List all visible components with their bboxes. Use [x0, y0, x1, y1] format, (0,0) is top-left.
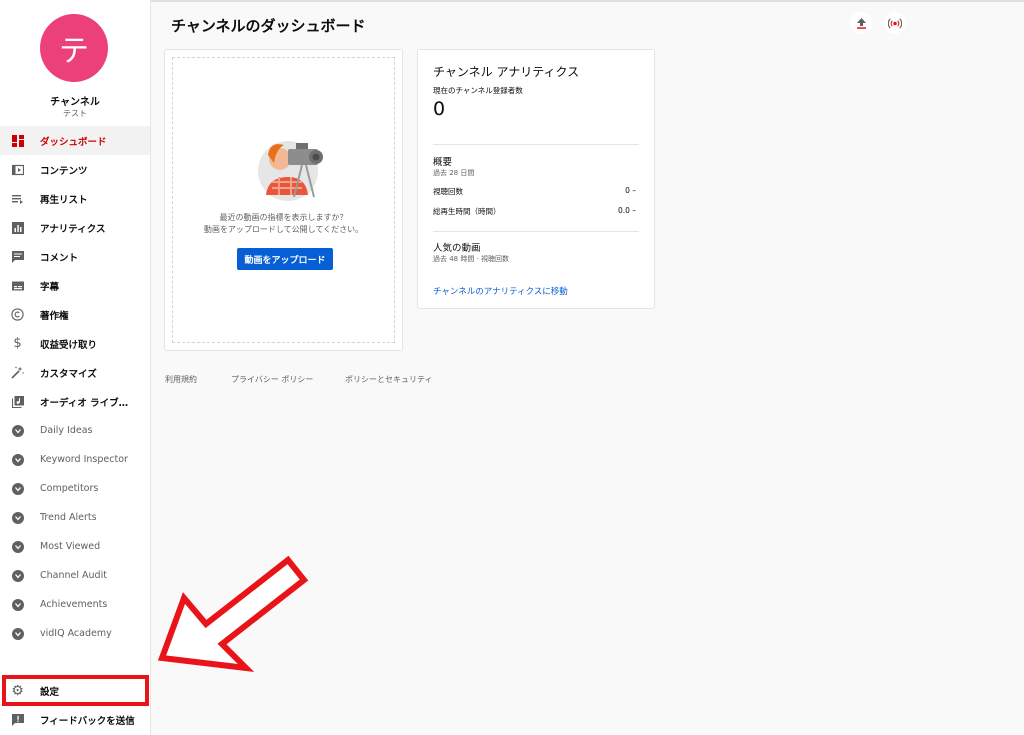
vidiq-icon [11, 424, 24, 437]
magic-wand-icon [11, 366, 24, 379]
sidebar-item-label: 著作権 [40, 310, 69, 322]
sidebar-item-label: Competitors [40, 483, 99, 494]
annotation-arrow [157, 555, 309, 673]
go-live-button[interactable] [884, 12, 906, 34]
sidebar-item-achievements[interactable]: Achievements [0, 590, 150, 619]
vidiq-icon [11, 627, 24, 640]
sidebar-item-copyright[interactable]: 著作権 [0, 300, 150, 329]
live-broadcast-icon [887, 14, 903, 33]
content-icon [11, 163, 24, 176]
sidebar-item-dashboard[interactable]: ダッシュボード [0, 126, 150, 155]
sidebar-item-label: Keyword Inspector [40, 454, 128, 465]
sidebar-item-daily-ideas[interactable]: Daily Ideas [0, 416, 150, 445]
sidebar-item-label: カスタマイズ [40, 368, 97, 380]
sidebar-item-monetization[interactable]: $ 収益受け取り [0, 329, 150, 358]
sidebar-item-feedback[interactable]: フィードバックを送信 [0, 705, 150, 734]
sidebar: テ チャンネル テスト ダッシュボード コンテンツ 再生リスト アナリティクス [0, 0, 151, 735]
sidebar-nav: ダッシュボード コンテンツ 再生リスト アナリティクス コメント 字幕 著作権 … [0, 126, 150, 648]
sidebar-item-label: コメント [40, 252, 79, 264]
divider [433, 144, 639, 145]
popular-videos-period: 過去 48 時間 · 視聴回数 [433, 255, 510, 263]
copyright-icon [11, 308, 24, 321]
views-value: 0 – [625, 186, 636, 195]
watch-time-value: 0.0 – [617, 206, 636, 215]
channel-name: チャンネル [50, 97, 100, 108]
sidebar-item-trend-alerts[interactable]: Trend Alerts [0, 503, 150, 532]
sidebar-item-content[interactable]: コンテンツ [0, 155, 150, 184]
sidebar-item-audio-library[interactable]: オーディオ ライブ… [0, 387, 150, 416]
go-to-analytics-link[interactable]: チャンネルのアナリティクスに移動 [433, 285, 568, 297]
sidebar-item-customization[interactable]: カスタマイズ [0, 358, 150, 387]
divider [433, 231, 639, 232]
sidebar-item-label: 再生リスト [40, 194, 88, 206]
sidebar-item-label: Most Viewed [40, 541, 101, 552]
terms-link[interactable]: 利用規約 [165, 374, 197, 385]
comment-icon [11, 250, 24, 263]
sidebar-item-label: Daily Ideas [40, 425, 93, 436]
analytics-icon [11, 221, 24, 234]
sidebar-item-label: コンテンツ [40, 165, 88, 177]
vidiq-icon [11, 453, 24, 466]
upload-message-line1: 最近の動画の指標を表示しますか？ [219, 213, 348, 222]
sidebar-item-playlists[interactable]: 再生リスト [0, 184, 150, 213]
upload-message: 最近の動画の指標を表示しますか？ 動画をアップロードして公開してください。 [165, 212, 402, 236]
vidiq-icon [11, 482, 24, 495]
sidebar-item-label: オーディオ ライブ… [40, 397, 129, 409]
vidiq-icon [11, 511, 24, 524]
sidebar-item-label: vidIQ Academy [40, 628, 112, 639]
sidebar-item-label: Trend Alerts [40, 512, 97, 523]
settings-highlight-box [2, 675, 149, 706]
sidebar-item-comments[interactable]: コメント [0, 242, 150, 271]
sidebar-item-analytics[interactable]: アナリティクス [0, 213, 150, 242]
dashboard-icon [11, 134, 24, 147]
upload-video-button[interactable]: 動画をアップロード [237, 248, 333, 270]
sidebar-item-most-viewed[interactable]: Most Viewed [0, 532, 150, 561]
sidebar-item-label: 収益受け取り [40, 339, 98, 351]
page-title: チャンネルのダッシュボード [171, 17, 366, 35]
sidebar-item-keyword-inspector[interactable]: Keyword Inspector [0, 445, 150, 474]
top-divider [151, 0, 1024, 2]
sidebar-item-label: ダッシュボード [40, 136, 107, 148]
vidiq-icon [11, 540, 24, 553]
sidebar-item-label: 字幕 [40, 281, 60, 293]
camera-illustration [252, 133, 330, 203]
dollar-icon: $ [13, 336, 22, 351]
channel-subtitle: テスト [63, 109, 87, 118]
sidebar-item-channel-audit[interactable]: Channel Audit [0, 561, 150, 590]
subscribers-value: 0 [433, 98, 446, 120]
policy-safety-link[interactable]: ポリシーとセキュリティ [345, 374, 433, 385]
upload-icon [856, 14, 867, 33]
sidebar-item-subtitles[interactable]: 字幕 [0, 271, 150, 300]
sidebar-item-label: Achievements [40, 599, 108, 610]
watch-time-label: 総再生時間（時間） [433, 207, 501, 216]
subtitles-icon [11, 279, 24, 292]
privacy-link[interactable]: プライバシー ポリシー [231, 374, 313, 385]
views-label: 視聴回数 [433, 187, 463, 196]
audio-library-icon [11, 395, 24, 408]
subscribers-label: 現在のチャンネル登録者数 [433, 86, 523, 95]
feedback-icon [11, 713, 24, 726]
vidiq-icon [11, 569, 24, 582]
upload-card: 最近の動画の指標を表示しますか？ 動画をアップロードして公開してください。 動画… [164, 49, 403, 351]
analytics-title: チャンネル アナリティクス [433, 65, 580, 79]
summary-title: 概要 [433, 157, 453, 168]
avatar[interactable]: テ [40, 14, 108, 82]
upload-button[interactable] [850, 12, 872, 34]
sidebar-item-label: Channel Audit [40, 570, 107, 581]
sidebar-item-label: フィードバックを送信 [40, 715, 135, 727]
summary-period: 過去 28 日間 [433, 169, 475, 177]
sidebar-item-competitors[interactable]: Competitors [0, 474, 150, 503]
upload-message-line2: 動画をアップロードして公開してください。 [203, 225, 364, 234]
playlist-icon [11, 192, 24, 205]
sidebar-item-vidiq-academy[interactable]: vidIQ Academy [0, 619, 150, 648]
sidebar-item-label: アナリティクス [40, 223, 106, 235]
popular-videos-title: 人気の動画 [433, 243, 481, 254]
vidiq-icon [11, 598, 24, 611]
analytics-card: チャンネル アナリティクス 現在のチャンネル登録者数 0 概要 過去 28 日間… [417, 49, 655, 309]
